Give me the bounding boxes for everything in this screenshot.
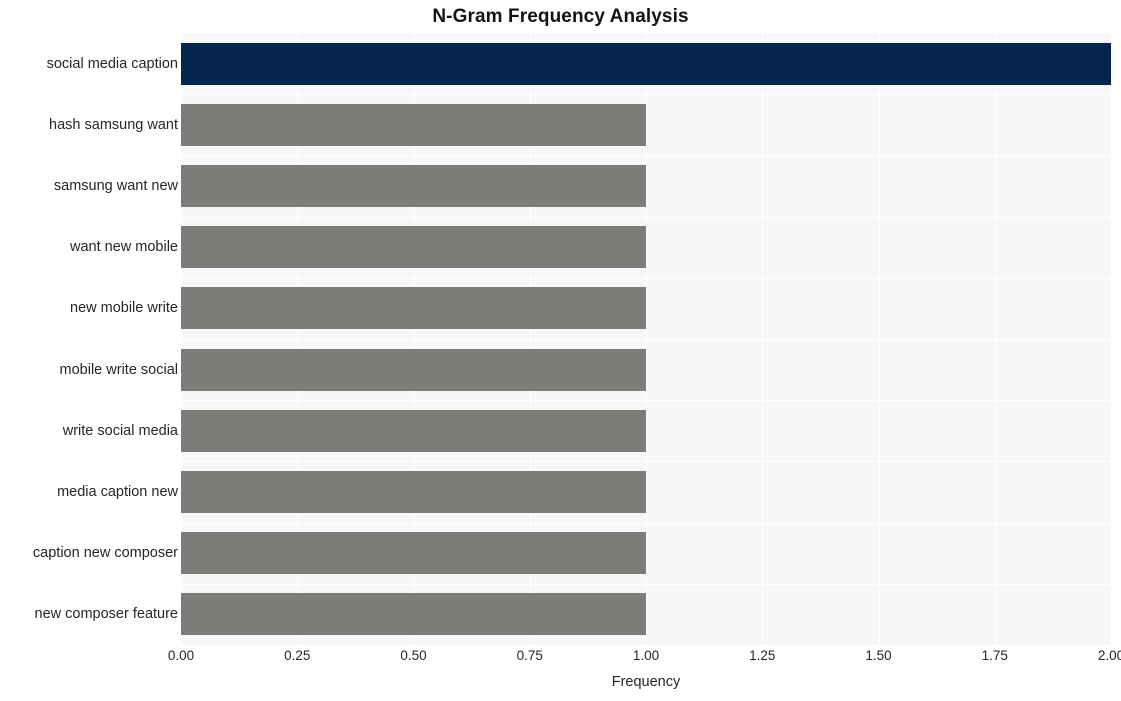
x-axis-tick-label: 0.25	[284, 648, 311, 663]
y-axis-tick-label: new mobile write	[70, 300, 178, 317]
gridline-vertical	[1111, 33, 1112, 645]
bar	[181, 226, 646, 269]
y-axis-tick-label: mobile write social	[59, 361, 178, 378]
bar	[181, 287, 646, 330]
x-axis-tick-label: 0.00	[167, 648, 195, 663]
page-title: N-Gram Frequency Analysis	[432, 6, 689, 27]
bar-series	[181, 33, 1111, 645]
bar	[181, 532, 646, 575]
x-axis-tick-label: 0.75	[516, 648, 543, 663]
x-axis-label: Frequency	[611, 674, 681, 690]
x-axis-tick-label: 2.00	[1097, 648, 1121, 663]
y-axis-tick-label: want new mobile	[70, 239, 178, 256]
x-axis-tick-label: 1.50	[865, 648, 892, 663]
y-axis-tick-label: samsung want new	[53, 178, 178, 194]
bar	[181, 103, 646, 146]
x-axis-tick-label: 1.00	[632, 648, 660, 663]
bar	[181, 42, 1111, 85]
x-axis-tick-label: 0.50	[400, 648, 427, 663]
bar	[181, 593, 646, 636]
y-axis-tick-label: media caption new	[57, 484, 178, 500]
x-axis-tick-label: 1.25	[749, 648, 776, 663]
x-axis-tick-labels: 0.00 0.25 0.50 0.75 1.00 1.25 1.50 1.75 2.00	[168, 648, 1121, 670]
y-axis-tick-labels: social media caption hash samsung want sam…	[0, 33, 178, 645]
chart-figure: N-Gram Frequency Analysis social media c…	[0, 0, 1121, 701]
y-axis-tick-label: social media caption	[46, 55, 178, 72]
y-axis-tick-label: new composer feature	[34, 606, 178, 623]
bar	[181, 165, 646, 207]
y-axis-tick-label: caption new composer	[32, 545, 178, 562]
bar	[181, 471, 646, 513]
y-axis-tick-label: write social media	[62, 422, 178, 439]
y-axis-tick-label: hash samsung want	[49, 116, 178, 133]
plot-area	[181, 33, 1112, 645]
bar	[181, 409, 646, 452]
x-axis-tick-label: 1.75	[981, 648, 1008, 663]
bar	[181, 348, 646, 391]
